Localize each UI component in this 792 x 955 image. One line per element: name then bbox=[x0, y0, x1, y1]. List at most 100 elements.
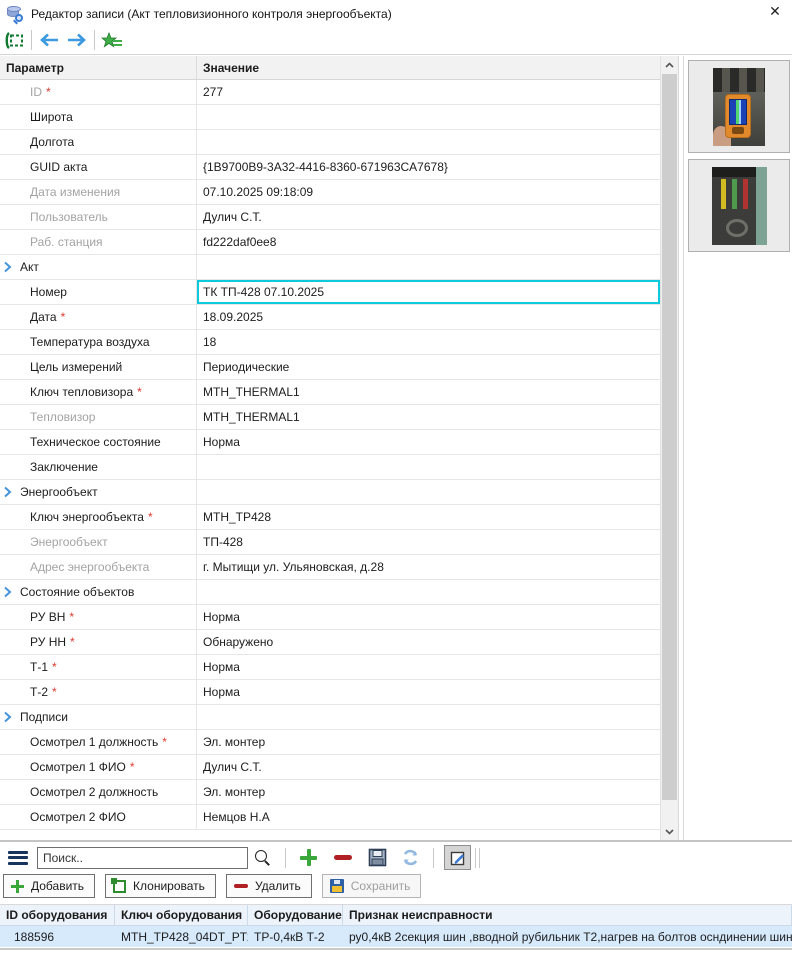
value-cell[interactable]: MTH_THERMAL1 bbox=[197, 380, 660, 404]
delete-record-button[interactable]: Удалить bbox=[226, 874, 312, 898]
search-icon[interactable] bbox=[255, 850, 271, 866]
chevron-right-icon[interactable] bbox=[3, 486, 12, 501]
back-button[interactable] bbox=[35, 28, 63, 53]
value-cell[interactable]: MTH_TP428 bbox=[197, 505, 660, 529]
save-icon[interactable] bbox=[368, 848, 387, 867]
param-label-text: Осмотрел 1 должность bbox=[30, 735, 158, 749]
scroll-up-arrow-icon[interactable] bbox=[661, 56, 678, 73]
value-cell[interactable]: {1B9700B9-3A32-4416-8360-671963CA7678} bbox=[197, 155, 660, 179]
value-cell[interactable] bbox=[197, 705, 660, 729]
required-asterisk: * bbox=[162, 735, 167, 749]
property-row[interactable]: НомерТК ТП-428 07.10.2025 bbox=[0, 280, 660, 305]
property-row[interactable]: Т-2*Норма bbox=[0, 680, 660, 705]
record-structure-button[interactable] bbox=[0, 28, 28, 53]
value-cell-selected[interactable]: ТК ТП-428 07.10.2025 bbox=[197, 280, 660, 304]
property-row[interactable]: GUID акта{1B9700B9-3A32-4416-8360-671963… bbox=[0, 155, 660, 180]
eq-cell: 188596 bbox=[0, 930, 115, 944]
attachment-thumbnail-1[interactable] bbox=[688, 60, 790, 153]
property-row[interactable]: Долгота bbox=[0, 130, 660, 155]
property-row[interactable]: Адрес энергообъектаг. Мытищи ул. Ульянов… bbox=[0, 555, 660, 580]
vertical-scrollbar[interactable] bbox=[661, 56, 678, 840]
property-row[interactable]: Ключ энергообъекта*MTH_TP428 bbox=[0, 505, 660, 530]
clone-record-button[interactable]: Клонировать bbox=[105, 874, 216, 898]
value-cell[interactable] bbox=[197, 130, 660, 154]
chevron-right-icon[interactable] bbox=[3, 261, 12, 276]
property-row[interactable]: Осмотрел 1 должность * Эл. монтер bbox=[0, 730, 660, 755]
value-cell[interactable]: Эл. монтер bbox=[197, 730, 660, 754]
eq-column-header[interactable]: Оборудование bbox=[248, 905, 343, 925]
scrollbar-thumb[interactable] bbox=[662, 74, 677, 800]
property-row[interactable]: Осмотрел 2 должностьЭл. монтер bbox=[0, 780, 660, 805]
property-row[interactable]: ЭнергообъектТП-428 bbox=[0, 530, 660, 555]
add-icon[interactable] bbox=[300, 849, 317, 866]
eq-column-header[interactable]: Признак неисправности bbox=[343, 905, 792, 925]
value-cell[interactable]: Обнаружено bbox=[197, 630, 660, 654]
chevron-right-icon[interactable] bbox=[3, 711, 12, 726]
horizontal-splitter[interactable] bbox=[0, 840, 792, 842]
section-row[interactable]: Акт bbox=[0, 255, 660, 280]
value-cell[interactable]: 277 bbox=[197, 80, 660, 104]
param-label-text: Дата изменения bbox=[30, 185, 120, 199]
value-cell[interactable]: Норма bbox=[197, 605, 660, 629]
property-row[interactable]: Дата изменения 07.10.2025 09:18:09 bbox=[0, 180, 660, 205]
property-row[interactable]: Температура воздуха18 bbox=[0, 330, 660, 355]
property-row[interactable]: Цель измеренийПериодические bbox=[0, 355, 660, 380]
value-cell[interactable]: MTH_THERMAL1 bbox=[197, 405, 660, 429]
property-row[interactable]: ID*277 bbox=[0, 80, 660, 105]
property-row[interactable]: Ключ тепловизора*MTH_THERMAL1 bbox=[0, 380, 660, 405]
menu-icon[interactable] bbox=[8, 851, 28, 865]
property-row[interactable]: РУ НН*Обнаружено bbox=[0, 630, 660, 655]
value-cell[interactable]: Норма bbox=[197, 655, 660, 679]
property-row[interactable]: ТепловизорMTH_THERMAL1 bbox=[0, 405, 660, 430]
chevron-right-icon[interactable] bbox=[3, 586, 12, 601]
property-row[interactable]: РУ ВН*Норма bbox=[0, 605, 660, 630]
property-row[interactable]: ПользовательДулич С.Т. bbox=[0, 205, 660, 230]
section-row[interactable]: Подписи bbox=[0, 705, 660, 730]
section-row[interactable]: Энергообъект bbox=[0, 480, 660, 505]
value-cell[interactable] bbox=[197, 580, 660, 604]
property-row[interactable]: Заключение bbox=[0, 455, 660, 480]
eq-column-header[interactable]: ID оборудования bbox=[0, 905, 115, 925]
property-row[interactable]: Дата*18.09.2025 bbox=[0, 305, 660, 330]
value-cell[interactable]: fd222daf0ee8 bbox=[197, 230, 660, 254]
property-row[interactable]: Осмотрел 2 ФИОНемцов Н.А bbox=[0, 805, 660, 830]
equipment-row[interactable]: 188596MTH_TP428_04DT_PT2ТР-0,4кВ Т-2ру0,… bbox=[0, 926, 792, 947]
save-record-button[interactable]: Сохранить bbox=[322, 874, 422, 898]
value-cell[interactable]: Немцов Н.А bbox=[197, 805, 660, 829]
eq-column-header[interactable]: Ключ оборудования bbox=[115, 905, 248, 925]
property-row[interactable]: Осмотрел 1 ФИО*Дулич С.Т. bbox=[0, 755, 660, 780]
property-row[interactable]: Широта bbox=[0, 105, 660, 130]
value-cell[interactable]: ТП-428 bbox=[197, 530, 660, 554]
value-cell[interactable]: Эл. монтер bbox=[197, 780, 660, 804]
value-cell[interactable]: Норма bbox=[197, 680, 660, 704]
value-cell[interactable] bbox=[197, 480, 660, 504]
value-cell[interactable]: Периодические bbox=[197, 355, 660, 379]
value-cell[interactable] bbox=[197, 255, 660, 279]
value-cell[interactable]: 18.09.2025 bbox=[197, 305, 660, 329]
value-cell[interactable]: г. Мытищи ул. Ульяновская, д.28 bbox=[197, 555, 660, 579]
value-cell[interactable]: Дулич С.Т. bbox=[197, 205, 660, 229]
required-asterisk: * bbox=[61, 310, 66, 324]
edit-mode-button[interactable] bbox=[444, 845, 471, 870]
value-cell[interactable]: Дулич С.Т. bbox=[197, 755, 660, 779]
add-record-button[interactable]: Добавить bbox=[3, 874, 95, 898]
property-row[interactable]: Техническое состояниеНорма bbox=[0, 430, 660, 455]
param-label: Энергообъект bbox=[0, 480, 197, 504]
value-cell[interactable]: Норма bbox=[197, 430, 660, 454]
value-cell[interactable]: 07.10.2025 09:18:09 bbox=[197, 180, 660, 204]
section-row[interactable]: Состояние объектов bbox=[0, 580, 660, 605]
refresh-icon[interactable] bbox=[401, 848, 420, 867]
attachment-thumbnail-2[interactable] bbox=[688, 159, 790, 252]
add-button-label: Добавить bbox=[31, 879, 84, 893]
favorites-button[interactable] bbox=[98, 28, 126, 53]
scroll-down-arrow-icon[interactable] bbox=[661, 823, 678, 840]
value-cell[interactable] bbox=[197, 105, 660, 129]
remove-icon[interactable] bbox=[334, 855, 352, 860]
forward-button[interactable] bbox=[63, 28, 91, 53]
close-button[interactable]: ✕ bbox=[766, 2, 784, 20]
value-cell[interactable] bbox=[197, 455, 660, 479]
property-row[interactable]: Раб. станцияfd222daf0ee8 bbox=[0, 230, 660, 255]
value-cell[interactable]: 18 bbox=[197, 330, 660, 354]
search-input[interactable] bbox=[37, 847, 248, 869]
property-row[interactable]: Т-1*Норма bbox=[0, 655, 660, 680]
